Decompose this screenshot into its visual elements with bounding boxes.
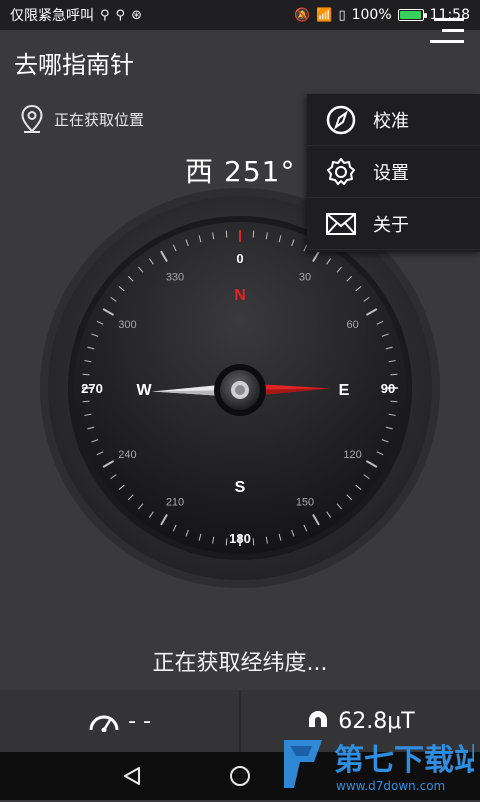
cardinal-e: E [339,382,350,399]
wifi-icon: 📶 [316,7,333,23]
compass-degree-label: 90 [381,381,395,396]
menu-item-settings[interactable]: 设置 [307,146,480,198]
cardinal-w: W [136,382,152,399]
menu-item-calibrate-label: 校准 [373,110,409,132]
heading-degrees: 251° [224,155,296,188]
battery-percent: 100% [351,7,392,23]
overflow-menu: 校准 设置 关于 [307,94,480,252]
home-icon [230,766,250,786]
compass-degree-label: 30 [299,271,311,283]
sim-alert-icon: ▯ [338,7,346,23]
mute-icon: 🔕 [294,7,311,23]
app-bar: 去哪指南针 [0,30,480,94]
compass-degree-label: 270 [81,381,103,396]
status-bar: 仅限紧急呼叫 ⚲ ⚲ ⊛ 🔕 📶 ▯ 100% 11:58 [0,0,480,30]
location-text: 正在获取位置 [54,110,145,129]
gear-icon [327,157,355,185]
watermark-logo: 第七下载站 www.d7down.com [274,728,480,798]
home-button[interactable] [220,752,260,800]
usb-icon: ⚲ [100,7,110,23]
compass-tick [225,230,228,238]
location-status: 正在获取位置 [20,104,144,134]
cardinal-n: N [234,287,246,304]
menu-icon [430,18,464,43]
compass-tick [252,538,255,546]
back-button[interactable] [112,752,152,800]
mail-icon [326,212,356,235]
speedometer-icon [89,715,119,732]
compass-tick [390,373,398,376]
compass-degree-label: 240 [118,449,136,461]
compass-degree-label: 210 [166,497,184,509]
heading-readout: 西 251° [185,150,295,190]
compass-degree-label: 150 [296,497,314,509]
sync-icon: ⊛ [131,7,142,23]
compass-degree-label: 300 [118,319,136,331]
speed-value: - - [128,708,151,734]
menu-item-about-label: 关于 [373,214,409,236]
compass-degree-label: 0 [236,251,243,266]
app-title: 去哪指南针 [14,50,134,79]
notification-text: 仅限紧急呼叫 [10,8,94,24]
compass-degree-label: 180 [229,531,251,546]
usb-icon: ⚲ [115,7,126,23]
compass-tick [82,400,90,403]
watermark-title: 第七下载站 [334,743,474,778]
heading-direction: 西 [185,155,215,188]
compass-tick [252,230,255,238]
battery-icon [397,9,427,21]
menu-button[interactable] [428,16,468,46]
compass-tick [82,373,90,376]
menu-item-about[interactable]: 关于 [307,198,480,250]
compass-degree-label: 120 [343,449,361,461]
menu-item-calibrate[interactable]: 校准 [307,94,480,146]
coordinates-status: 正在获取经纬度... [152,651,328,676]
compass-tick [225,538,228,546]
speed-cell: - - [0,690,239,752]
compass-icon [326,105,356,134]
compass-tick [390,400,398,403]
cardinal-s: S [235,479,246,496]
location-pin-icon [21,104,43,133]
compass-degree-label: 60 [346,319,358,331]
menu-item-settings-label: 设置 [373,162,409,184]
watermark-url: www.d7down.com [336,779,445,793]
compass-degree-label: 330 [166,271,184,283]
back-icon [124,767,140,785]
